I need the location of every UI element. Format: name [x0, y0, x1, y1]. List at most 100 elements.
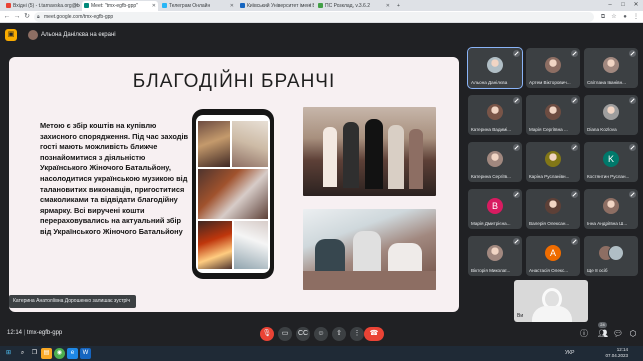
- participant-tile[interactable]: Diana Kozlova: [584, 95, 638, 135]
- participant-avatar: [487, 151, 503, 167]
- back-icon[interactable]: ←: [2, 12, 12, 22]
- mic-off-icon: [629, 50, 636, 57]
- windows-start-icon[interactable]: ⊞: [3, 348, 14, 359]
- participant-avatar: [487, 57, 503, 73]
- tab-close-icon[interactable]: ✕: [152, 1, 156, 11]
- self-view-video: Ви: [514, 280, 588, 322]
- leave-call-button[interactable]: ☎︎: [364, 327, 384, 341]
- participant-tile[interactable]: Артем Вікторович...: [526, 48, 580, 88]
- participant-avatar: [603, 198, 619, 214]
- file-explorer-icon[interactable]: ▤: [41, 348, 52, 359]
- mic-off-icon: [513, 97, 520, 104]
- participant-name: Катерина Сергіїв...: [471, 174, 511, 179]
- meeting-info: 12:14 | tmx-egfb-gpp: [7, 330, 63, 336]
- info-icon[interactable]: ⓘ: [578, 328, 590, 340]
- presenter-avatar: [28, 30, 38, 40]
- mic-off-icon: [629, 144, 636, 151]
- participant-tile[interactable]: Альона Данілєва: [467, 47, 523, 89]
- new-tab-button[interactable]: +: [395, 1, 405, 11]
- tab-label: Київський Університет імені Б: [247, 3, 314, 9]
- participant-tile[interactable]: Валерія Олексан...: [526, 189, 580, 229]
- participant-tile[interactable]: Вікторія Миколаї...: [468, 236, 522, 276]
- os-taskbar: [0, 346, 643, 361]
- participant-tile[interactable]: Марія Сергіївна ...: [526, 95, 580, 135]
- activities-icon[interactable]: ⬡: [627, 328, 639, 340]
- participant-name: Світлана Іванівн...: [587, 80, 626, 85]
- meeting-code: tmx-egfb-gpp: [26, 330, 63, 336]
- participant-name: Анастасія Олекс...: [529, 268, 569, 273]
- captions-button[interactable]: CC: [296, 327, 310, 341]
- participant-avatar: [608, 245, 624, 261]
- people-icon[interactable]: 👥︎: [597, 328, 609, 340]
- chrome-icon[interactable]: ◉: [54, 348, 65, 359]
- participant-name: Інна Андріївна Ш...: [587, 221, 628, 226]
- camera-button[interactable]: ▭: [278, 327, 292, 341]
- forward-icon[interactable]: →: [12, 12, 22, 22]
- mic-off-button[interactable]: 🎙︎: [260, 327, 274, 341]
- participant-initial-avatar: A: [545, 245, 561, 261]
- input-language[interactable]: УКР: [565, 350, 574, 356]
- participant-initial-avatar: B: [487, 198, 503, 214]
- clock-date: 07.04.2023: [605, 353, 628, 358]
- event-group-photo: [303, 107, 436, 196]
- url-field[interactable]: 🔒︎ meet.google.com/tmx-egfb-gpp: [34, 12, 594, 22]
- presentation-icon: ▣: [5, 29, 17, 41]
- participant-tile[interactable]: Катерина Вадимі...: [468, 95, 522, 135]
- mic-off-icon: [571, 144, 578, 151]
- browser-tab[interactable]: Meet: "tmx-egfb-gpp" ✕: [82, 1, 158, 11]
- tab-label: Meet: "tmx-egfb-gpp": [91, 3, 138, 9]
- participant-tile[interactable]: K Костянтин Руслан...: [584, 142, 638, 182]
- tab-close-icon[interactable]: ✕: [308, 1, 312, 11]
- mic-off-icon: [571, 50, 578, 57]
- mic-off-icon: [513, 144, 520, 151]
- edge-icon[interactable]: e: [67, 348, 78, 359]
- browser-tab[interactable]: Телеграм Онлайн ✕: [160, 1, 236, 11]
- participant-name: Вікторія Миколаї...: [471, 268, 511, 273]
- reactions-button[interactable]: ☺: [314, 327, 328, 341]
- slide-title: БЛАГОДІЙНІ БРАНЧІ: [132, 71, 336, 92]
- participant-avatar: [545, 104, 561, 120]
- present-button[interactable]: ⇧: [332, 327, 346, 341]
- browser-tab[interactable]: Вхідні (5) - t.tarnavska.org@bo ✕: [4, 1, 80, 11]
- word-icon[interactable]: W: [80, 348, 91, 359]
- participant-avatar: [487, 104, 503, 120]
- presenting-banner: Альона Данілєва на екрані: [41, 32, 116, 38]
- task-view-icon[interactable]: ❐: [29, 348, 40, 359]
- participant-tile[interactable]: Ще 8 осіб: [584, 236, 638, 276]
- participant-avatar: [545, 151, 561, 167]
- participant-tile[interactable]: Катерина Сергіїв...: [468, 142, 522, 182]
- notification-caption: Катерина Анатоліївна Дорошенко залишає з…: [9, 295, 136, 308]
- participant-tile[interactable]: Світлана Іванівн...: [584, 48, 638, 88]
- more-options-button[interactable]: ⋮: [350, 327, 364, 341]
- mic-off-icon: [571, 97, 578, 104]
- maximize-button[interactable]: □: [616, 0, 630, 11]
- browser-tab[interactable]: Київський Університет імені Б ✕: [238, 1, 314, 11]
- participant-tile[interactable]: A Анастасія Олекс...: [526, 236, 580, 276]
- chat-icon[interactable]: 💬︎: [612, 328, 624, 340]
- tab-label: ПС Розклад, v.3.6.2: [325, 3, 371, 9]
- tab-favicon-icon: [162, 3, 167, 8]
- minimize-button[interactable]: –: [603, 0, 617, 11]
- participant-tile[interactable]: Каріна Русланівн...: [526, 142, 580, 182]
- browser-tab[interactable]: ПС Розклад, v.3.6.2 ✕: [316, 1, 392, 11]
- shared-slide: БЛАГОДІЙНІ БРАНЧІ Метою є збір коштів на…: [9, 57, 459, 312]
- participant-tile[interactable]: Інна Андріївна Ш...: [584, 189, 638, 229]
- search-icon[interactable]: ⌕: [17, 348, 28, 359]
- system-clock[interactable]: 12:14 07.04.2023: [588, 347, 628, 359]
- tab-close-icon[interactable]: ✕: [230, 1, 234, 11]
- meeting-time: 12:14: [7, 330, 23, 336]
- bookmark-icon[interactable]: ☆: [609, 12, 619, 22]
- close-window-button[interactable]: ✕: [629, 0, 643, 11]
- tab-close-icon[interactable]: ✕: [74, 1, 78, 11]
- phone-mockup-image: [192, 109, 274, 279]
- reload-icon[interactable]: ↻: [22, 12, 32, 22]
- participant-name: Diana Kozlova: [587, 127, 617, 132]
- menu-icon[interactable]: ⋮: [631, 12, 641, 22]
- participant-tile[interactable]: B Марія Дмитрієна...: [468, 189, 522, 229]
- participant-name: Катерина Вадимі...: [471, 127, 512, 132]
- profile-icon[interactable]: ●: [620, 12, 630, 22]
- tab-label: Вхідні (5) - t.tarnavska.org@bo: [13, 3, 80, 9]
- extensions-icon[interactable]: ⧉: [598, 12, 608, 22]
- participant-initial-avatar: K: [603, 151, 619, 167]
- tab-close-icon[interactable]: ✕: [386, 1, 390, 11]
